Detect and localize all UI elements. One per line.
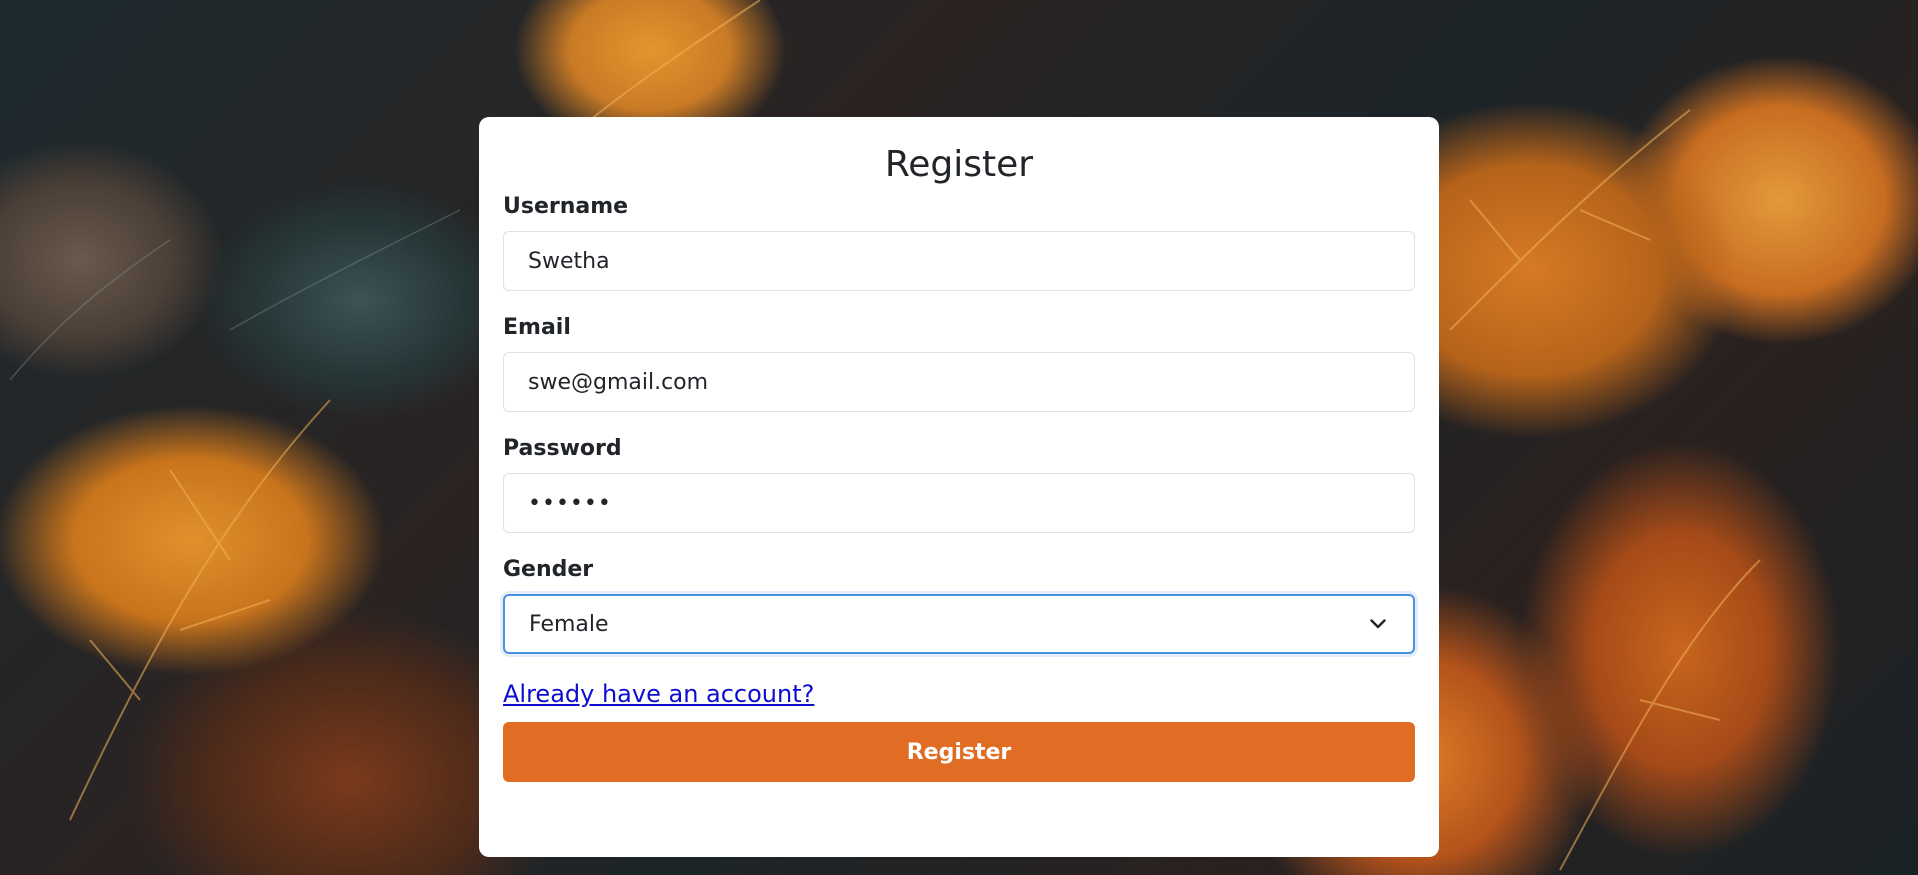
username-input[interactable]: Swetha (503, 231, 1415, 292)
register-button[interactable]: Register (503, 722, 1415, 783)
username-value: Swetha (528, 248, 610, 274)
email-input[interactable]: swe@gmail.com (503, 352, 1415, 413)
register-card: Register Username Swetha Email swe@gmail… (479, 117, 1439, 857)
email-label: Email (503, 315, 571, 341)
password-label: Password (503, 436, 622, 462)
login-link[interactable]: Already have an account? (503, 680, 814, 708)
username-label: Username (503, 194, 629, 220)
page-title: Register (884, 144, 1034, 185)
email-value: swe@gmail.com (528, 369, 709, 395)
password-input[interactable]: •••••• (503, 473, 1415, 534)
chevron-down-icon (1367, 613, 1389, 635)
gender-label: Gender (503, 557, 594, 583)
password-value: •••••• (528, 490, 612, 516)
gender-selected-value: Female (529, 611, 609, 637)
gender-select[interactable]: Female (503, 594, 1415, 655)
